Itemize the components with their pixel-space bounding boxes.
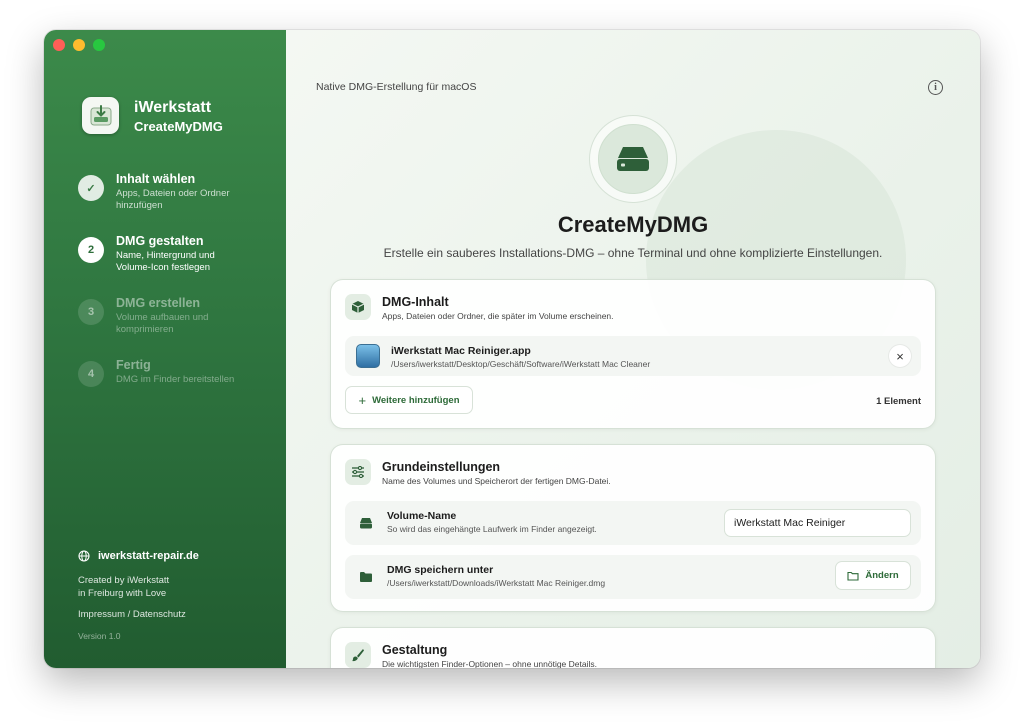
save-location-label: DMG speichern unter: [387, 564, 494, 576]
step-description: Volume aufbauen und komprimieren: [116, 312, 209, 335]
hero-drive-icon: [589, 115, 677, 203]
volume-name-row: Volume-Name So wird das eingehängte Lauf…: [345, 501, 921, 545]
folder-icon: [360, 572, 372, 582]
website-label: iwerkstatt-repair.de: [98, 550, 199, 562]
impressum-link[interactable]: Impressum / Datenschutz: [78, 609, 186, 620]
page-tagline: Native DMG-Erstellung für macOS: [316, 81, 477, 93]
file-path: /Users/iwerkstatt/Desktop/Geschäft/Softw…: [391, 359, 651, 369]
step-description: Name, Hintergrund und Volume-Icon festle…: [116, 250, 215, 273]
design-card: Gestaltung Die wichtigsten Finder-Option…: [330, 627, 936, 668]
file-name: iWerkstatt Mac Reiniger.app: [391, 345, 531, 357]
card-title: Gestaltung: [382, 643, 448, 657]
window-controls: [53, 39, 105, 51]
hero-title: CreateMyDMG: [557, 212, 709, 237]
remove-file-button[interactable]: ×: [889, 345, 911, 367]
step-number-badge: 4: [78, 361, 104, 387]
step-number-badge: 2: [78, 237, 104, 263]
credit-line-1: Created by iWerkstatt: [78, 575, 170, 586]
box-icon: [345, 294, 371, 320]
volume-name-label: Volume-Name: [387, 510, 457, 522]
step-description: DMG im Finder bereitstellen: [116, 374, 235, 385]
basic-settings-card: Grundeinstellungen Name des Volumes und …: [330, 444, 936, 612]
main-content: Native DMG-Erstellung für macOS i Create…: [286, 30, 980, 668]
file-list-item[interactable]: iWerkstatt Mac Reiniger.app /Users/iwerk…: [345, 336, 921, 376]
dmg-content-card: DMG-Inhalt Apps, Dateien oder Ordner, di…: [330, 279, 936, 429]
save-location-path: /Users/iwerkstatt/Downloads/iWerkstatt M…: [387, 578, 606, 588]
app-name: iWerkstatt: [134, 99, 212, 116]
card-title: DMG-Inhalt: [382, 295, 449, 309]
sliders-icon: [345, 459, 371, 485]
app-logo-icon: [82, 97, 119, 134]
step-title: DMG gestalten: [116, 234, 204, 248]
step-description: Apps, Dateien oder Ordner hinzufügen: [116, 188, 230, 211]
info-icon[interactable]: i: [928, 80, 943, 95]
plus-icon: +: [358, 392, 367, 408]
card-subtitle: Die wichtigsten Finder-Optionen – ohne u…: [382, 659, 597, 668]
save-location-row: DMG speichern unter /Users/iwerkstatt/Do…: [345, 555, 921, 599]
change-location-button[interactable]: Ändern: [835, 561, 911, 590]
app-product-name: CreateMyDMG: [134, 119, 223, 134]
zoom-window-button[interactable]: [93, 39, 105, 51]
step-checkmark-icon: ✓: [78, 175, 104, 201]
change-button-label: Ändern: [865, 570, 899, 581]
minimize-window-button[interactable]: [73, 39, 85, 51]
website-link[interactable]: iwerkstatt-repair.de: [78, 550, 199, 562]
drive-icon: [360, 518, 372, 529]
step-title: Inhalt wählen: [116, 172, 196, 186]
hero-subtitle: Erstelle ein sauberes Installations-DMG …: [383, 246, 883, 260]
folder-outline-icon: [847, 571, 859, 581]
step-title: DMG erstellen: [116, 296, 201, 310]
add-more-button[interactable]: + Weitere hinzufügen: [345, 386, 473, 414]
card-subtitle: Apps, Dateien oder Ordner, die später im…: [382, 311, 614, 321]
app-window: iWerkstatt CreateMyDMG ✓ Inhalt wählen A…: [44, 30, 980, 668]
volume-name-input[interactable]: iWerkstatt Mac Reiniger: [724, 509, 911, 537]
element-count: 1 Element: [876, 396, 921, 407]
close-window-button[interactable]: [53, 39, 65, 51]
step-number-badge: 3: [78, 299, 104, 325]
step-title: Fertig: [116, 358, 151, 372]
app-file-icon: [356, 344, 380, 368]
card-subtitle: Name des Volumes und Speicherort der fer…: [382, 476, 611, 486]
sidebar: iWerkstatt CreateMyDMG ✓ Inhalt wählen A…: [44, 30, 286, 668]
add-more-label: Weitere hinzufügen: [372, 394, 460, 406]
brush-icon: [345, 642, 371, 668]
volume-name-hint: So wird das eingehängte Laufwerk im Find…: [387, 524, 597, 534]
card-title: Grundeinstellungen: [382, 460, 501, 474]
version-label: Version 1.0: [78, 631, 121, 641]
credit-line-2: in Freiburg with Love: [78, 588, 167, 599]
credit-text: Created by iWerkstatt in Freiburg with L…: [78, 574, 169, 600]
globe-icon: [78, 550, 90, 562]
